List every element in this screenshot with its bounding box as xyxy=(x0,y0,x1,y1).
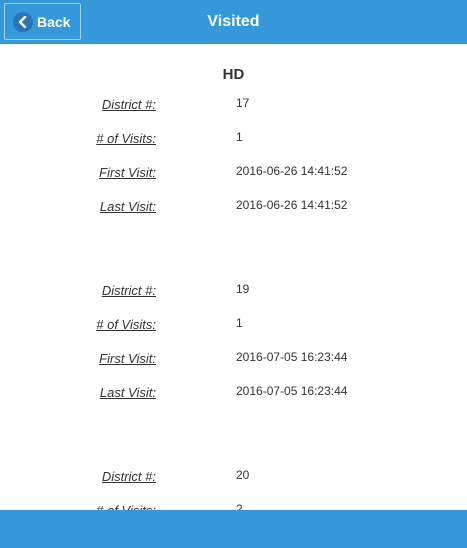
visits-row: # of Visits: 1 xyxy=(0,316,467,336)
district-row: District #: 20 xyxy=(0,468,467,488)
footer-bar xyxy=(0,510,467,548)
last-visit-row: Last Visit: 2016-06-26 14:41:52 xyxy=(0,198,467,218)
visits-row: # of Visits: 1 xyxy=(0,130,467,150)
district-label: District #: xyxy=(101,469,156,484)
district-label: District #: xyxy=(101,97,156,112)
first-visit-value: 2016-06-26 14:41:52 xyxy=(236,164,348,178)
first-visit-label: First Visit: xyxy=(99,351,156,366)
section-heading: HD xyxy=(222,66,245,83)
header-bar: Back Visited xyxy=(0,0,467,44)
first-visit-value: 2016-07-05 16:23:44 xyxy=(236,350,348,364)
district-value: 17 xyxy=(236,96,250,110)
first-visit-label: First Visit: xyxy=(99,165,156,180)
district-row: District #: 17 xyxy=(0,96,467,116)
visits-value: 1 xyxy=(236,316,243,330)
visits-label: # of Visits: xyxy=(96,317,156,332)
visits-value: 1 xyxy=(236,130,243,144)
last-visit-value: 2016-06-26 14:41:52 xyxy=(236,198,348,212)
last-visit-value: 2016-07-05 16:23:44 xyxy=(236,384,348,398)
page-title: Visited xyxy=(207,13,260,30)
visits-value: 2 xyxy=(236,502,243,510)
visits-row: # of Visits: 2 xyxy=(0,502,467,510)
visits-label: # of Visits: xyxy=(96,502,156,510)
district-row: District #: 19 xyxy=(0,282,467,302)
district-value: 20 xyxy=(236,468,250,482)
visited-list[interactable]: HD District #: 17 # of Visits: 1 First V… xyxy=(0,44,467,510)
first-visit-row: First Visit: 2016-06-26 14:41:52 xyxy=(0,164,467,184)
first-visit-row: First Visit: 2016-07-05 16:23:44 xyxy=(0,350,467,370)
district-label: District #: xyxy=(101,283,156,298)
district-value: 19 xyxy=(236,282,250,296)
last-visit-row: Last Visit: 2016-07-05 16:23:44 xyxy=(0,384,467,404)
last-visit-label: Last Visit: xyxy=(99,199,156,214)
last-visit-label: Last Visit: xyxy=(99,385,156,400)
visits-label: # of Visits: xyxy=(96,131,156,146)
